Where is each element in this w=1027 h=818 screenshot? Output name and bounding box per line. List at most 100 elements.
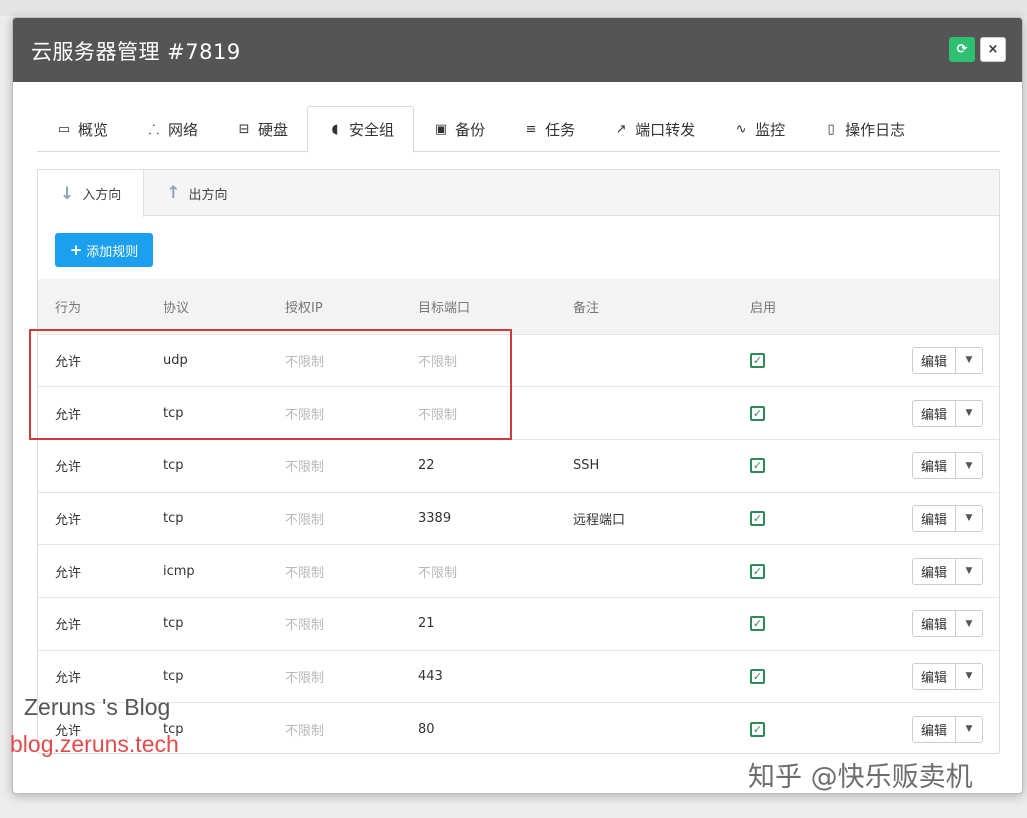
cell-protocol: icmp	[163, 563, 195, 579]
tab-backup[interactable]: ▣ 备份	[414, 106, 504, 152]
checkbox-checked-icon[interactable]: ✓	[750, 458, 765, 474]
edit-dropdown-toggle[interactable]: ▼	[956, 504, 983, 532]
tab-label: 监控	[755, 120, 786, 139]
modal-title: 云服务器管理 #7819	[31, 40, 241, 64]
edit-dropdown-toggle[interactable]: ▼	[956, 452, 983, 480]
cell-note	[573, 387, 750, 440]
cell-protocol: tcp	[163, 616, 184, 632]
watermark-blog-url: blog.zeruns.tech	[10, 731, 179, 757]
edit-dropdown-toggle[interactable]: ▼	[956, 399, 983, 427]
checkbox-checked-icon[interactable]: ✓	[750, 405, 765, 421]
floppy-icon: ▣	[434, 121, 448, 137]
checkbox-checked-icon[interactable]: ✓	[750, 721, 765, 737]
sitemap-icon: ⸫	[148, 123, 160, 138]
close-button[interactable]: ×	[980, 37, 1006, 62]
cell-actions: 编辑 ▼	[810, 597, 999, 650]
edit-button[interactable]: 编辑	[912, 399, 956, 427]
cell-target-port: 3389	[418, 510, 452, 526]
caret-down-icon: ▼	[965, 671, 973, 682]
modal-header: 云服务器管理 #7819 ⟳ ×	[13, 18, 1022, 82]
tab-security-group[interactable]: ◖ 安全组	[307, 106, 415, 153]
checkbox-checked-icon[interactable]: ✓	[750, 668, 765, 684]
cell-actions: 编辑 ▼	[810, 439, 999, 492]
checkbox-checked-icon[interactable]: ✓	[750, 616, 765, 632]
cell-protocol: tcp	[163, 668, 184, 684]
edit-dropdown-toggle[interactable]: ▼	[956, 610, 983, 638]
subtab-label: 入方向	[82, 188, 122, 203]
caret-down-icon: ▼	[965, 618, 973, 629]
edit-dropdown-toggle[interactable]: ▼	[956, 715, 983, 743]
edit-button[interactable]: 编辑	[912, 557, 956, 585]
cell-enabled: ✓	[750, 492, 810, 545]
cell-target-port: 21	[418, 616, 435, 632]
tab-overview[interactable]: ▭ 概览	[37, 106, 127, 152]
edit-button-group: 编辑 ▼	[912, 504, 983, 532]
tab-label: 备份	[455, 120, 486, 139]
plus-icon: +	[69, 241, 83, 259]
cell-action: 允许	[55, 618, 82, 634]
cell-target-port: 443	[418, 668, 443, 684]
header-protocol: 协议	[163, 300, 190, 316]
table-row: 允许 icmp 不限制 不限制 ✓ 编辑 ▼	[38, 544, 999, 598]
edit-button[interactable]: 编辑	[912, 662, 956, 690]
tab-port-forwarding[interactable]: ↗ 端口转发	[594, 106, 714, 152]
cell-enabled: ✓	[750, 334, 810, 387]
cell-target-port: 80	[418, 721, 435, 737]
edit-button[interactable]: 编辑	[912, 610, 956, 638]
header-actions	[810, 279, 999, 334]
edit-dropdown-toggle[interactable]: ▼	[956, 662, 983, 690]
table-row: 允许 tcp 不限制 3389 远程端口 ✓ 编辑 ▼	[38, 492, 999, 545]
checkbox-checked-icon[interactable]: ✓	[750, 563, 765, 579]
edit-button[interactable]: 编辑	[912, 504, 956, 532]
cell-actions: 编辑 ▼	[810, 650, 999, 703]
edit-dropdown-toggle[interactable]: ▼	[956, 557, 983, 585]
tab-operation-log[interactable]: ▯ 操作日志	[804, 106, 924, 152]
tab-label: 操作日志	[845, 120, 906, 139]
tab-label: 硬盘	[258, 120, 289, 139]
close-icon: ×	[987, 42, 999, 57]
edit-button-group: 编辑 ▼	[912, 346, 983, 374]
header-action: 行为	[55, 300, 82, 316]
checkbox-checked-icon[interactable]: ✓	[750, 510, 765, 526]
edit-button[interactable]: 编辑	[912, 452, 956, 480]
cell-enabled: ✓	[750, 703, 810, 753]
edit-button[interactable]: 编辑	[912, 715, 956, 743]
cell-enabled: ✓	[750, 439, 810, 492]
subtab-label: 出方向	[188, 187, 228, 203]
subtab-inbound[interactable]: ↓ 入方向	[38, 170, 145, 217]
edit-button-group: 编辑 ▼	[912, 610, 983, 638]
cell-auth-ip: 不限制	[285, 670, 325, 686]
edit-dropdown-toggle[interactable]: ▼	[956, 346, 983, 374]
refresh-button[interactable]: ⟳	[949, 37, 975, 62]
refresh-icon: ⟳	[956, 42, 968, 57]
direction-tabs: ↓ 入方向 ↑ 出方向	[38, 170, 999, 217]
checkbox-checked-icon[interactable]: ✓	[750, 352, 765, 368]
list-icon: ≡	[525, 121, 537, 137]
cell-protocol: tcp	[163, 510, 184, 526]
monitor-icon: ▭	[57, 121, 71, 137]
tab-label: 任务	[545, 120, 576, 139]
add-rule-label: 添加规则	[86, 244, 139, 260]
edit-button[interactable]: 编辑	[912, 346, 956, 374]
table-header-row: 行为 协议 授权IP 目标端口 备注 启用	[38, 279, 999, 334]
tab-disk[interactable]: ⊟ 硬盘	[217, 106, 307, 152]
main-tabs: ▭ 概览 ⸫ 网络 ⊟ 硬盘 ◖ 安全组 ▣ 备份 ≡ 任务 ↗ 端口转发 ∿	[37, 106, 1000, 153]
header-auth-ip: 授权IP	[285, 300, 323, 316]
tab-network[interactable]: ⸫ 网络	[127, 106, 217, 152]
table-row: 允许 tcp 不限制 443 ✓ 编辑 ▼	[38, 650, 999, 703]
add-rule-button[interactable]: + 添加规则	[55, 233, 153, 267]
caret-down-icon: ▼	[965, 355, 973, 366]
caret-down-icon: ▼	[965, 513, 973, 524]
cell-note: SSH	[573, 458, 600, 474]
cell-actions: 编辑 ▼	[810, 492, 999, 545]
tab-monitoring[interactable]: ∿ 监控	[714, 106, 804, 152]
cell-target-port: 不限制	[418, 565, 458, 581]
tab-tasks[interactable]: ≡ 任务	[504, 106, 594, 152]
cell-auth-ip: 不限制	[285, 565, 325, 581]
tab-label: 端口转发	[635, 120, 696, 139]
subtab-outbound[interactable]: ↑ 出方向	[144, 170, 249, 216]
edit-button-group: 编辑 ▼	[912, 662, 983, 690]
tab-label: 网络	[168, 120, 199, 139]
watermark-blog-name: Zeruns 's Blog	[24, 694, 171, 720]
edit-button-group: 编辑 ▼	[912, 399, 983, 427]
